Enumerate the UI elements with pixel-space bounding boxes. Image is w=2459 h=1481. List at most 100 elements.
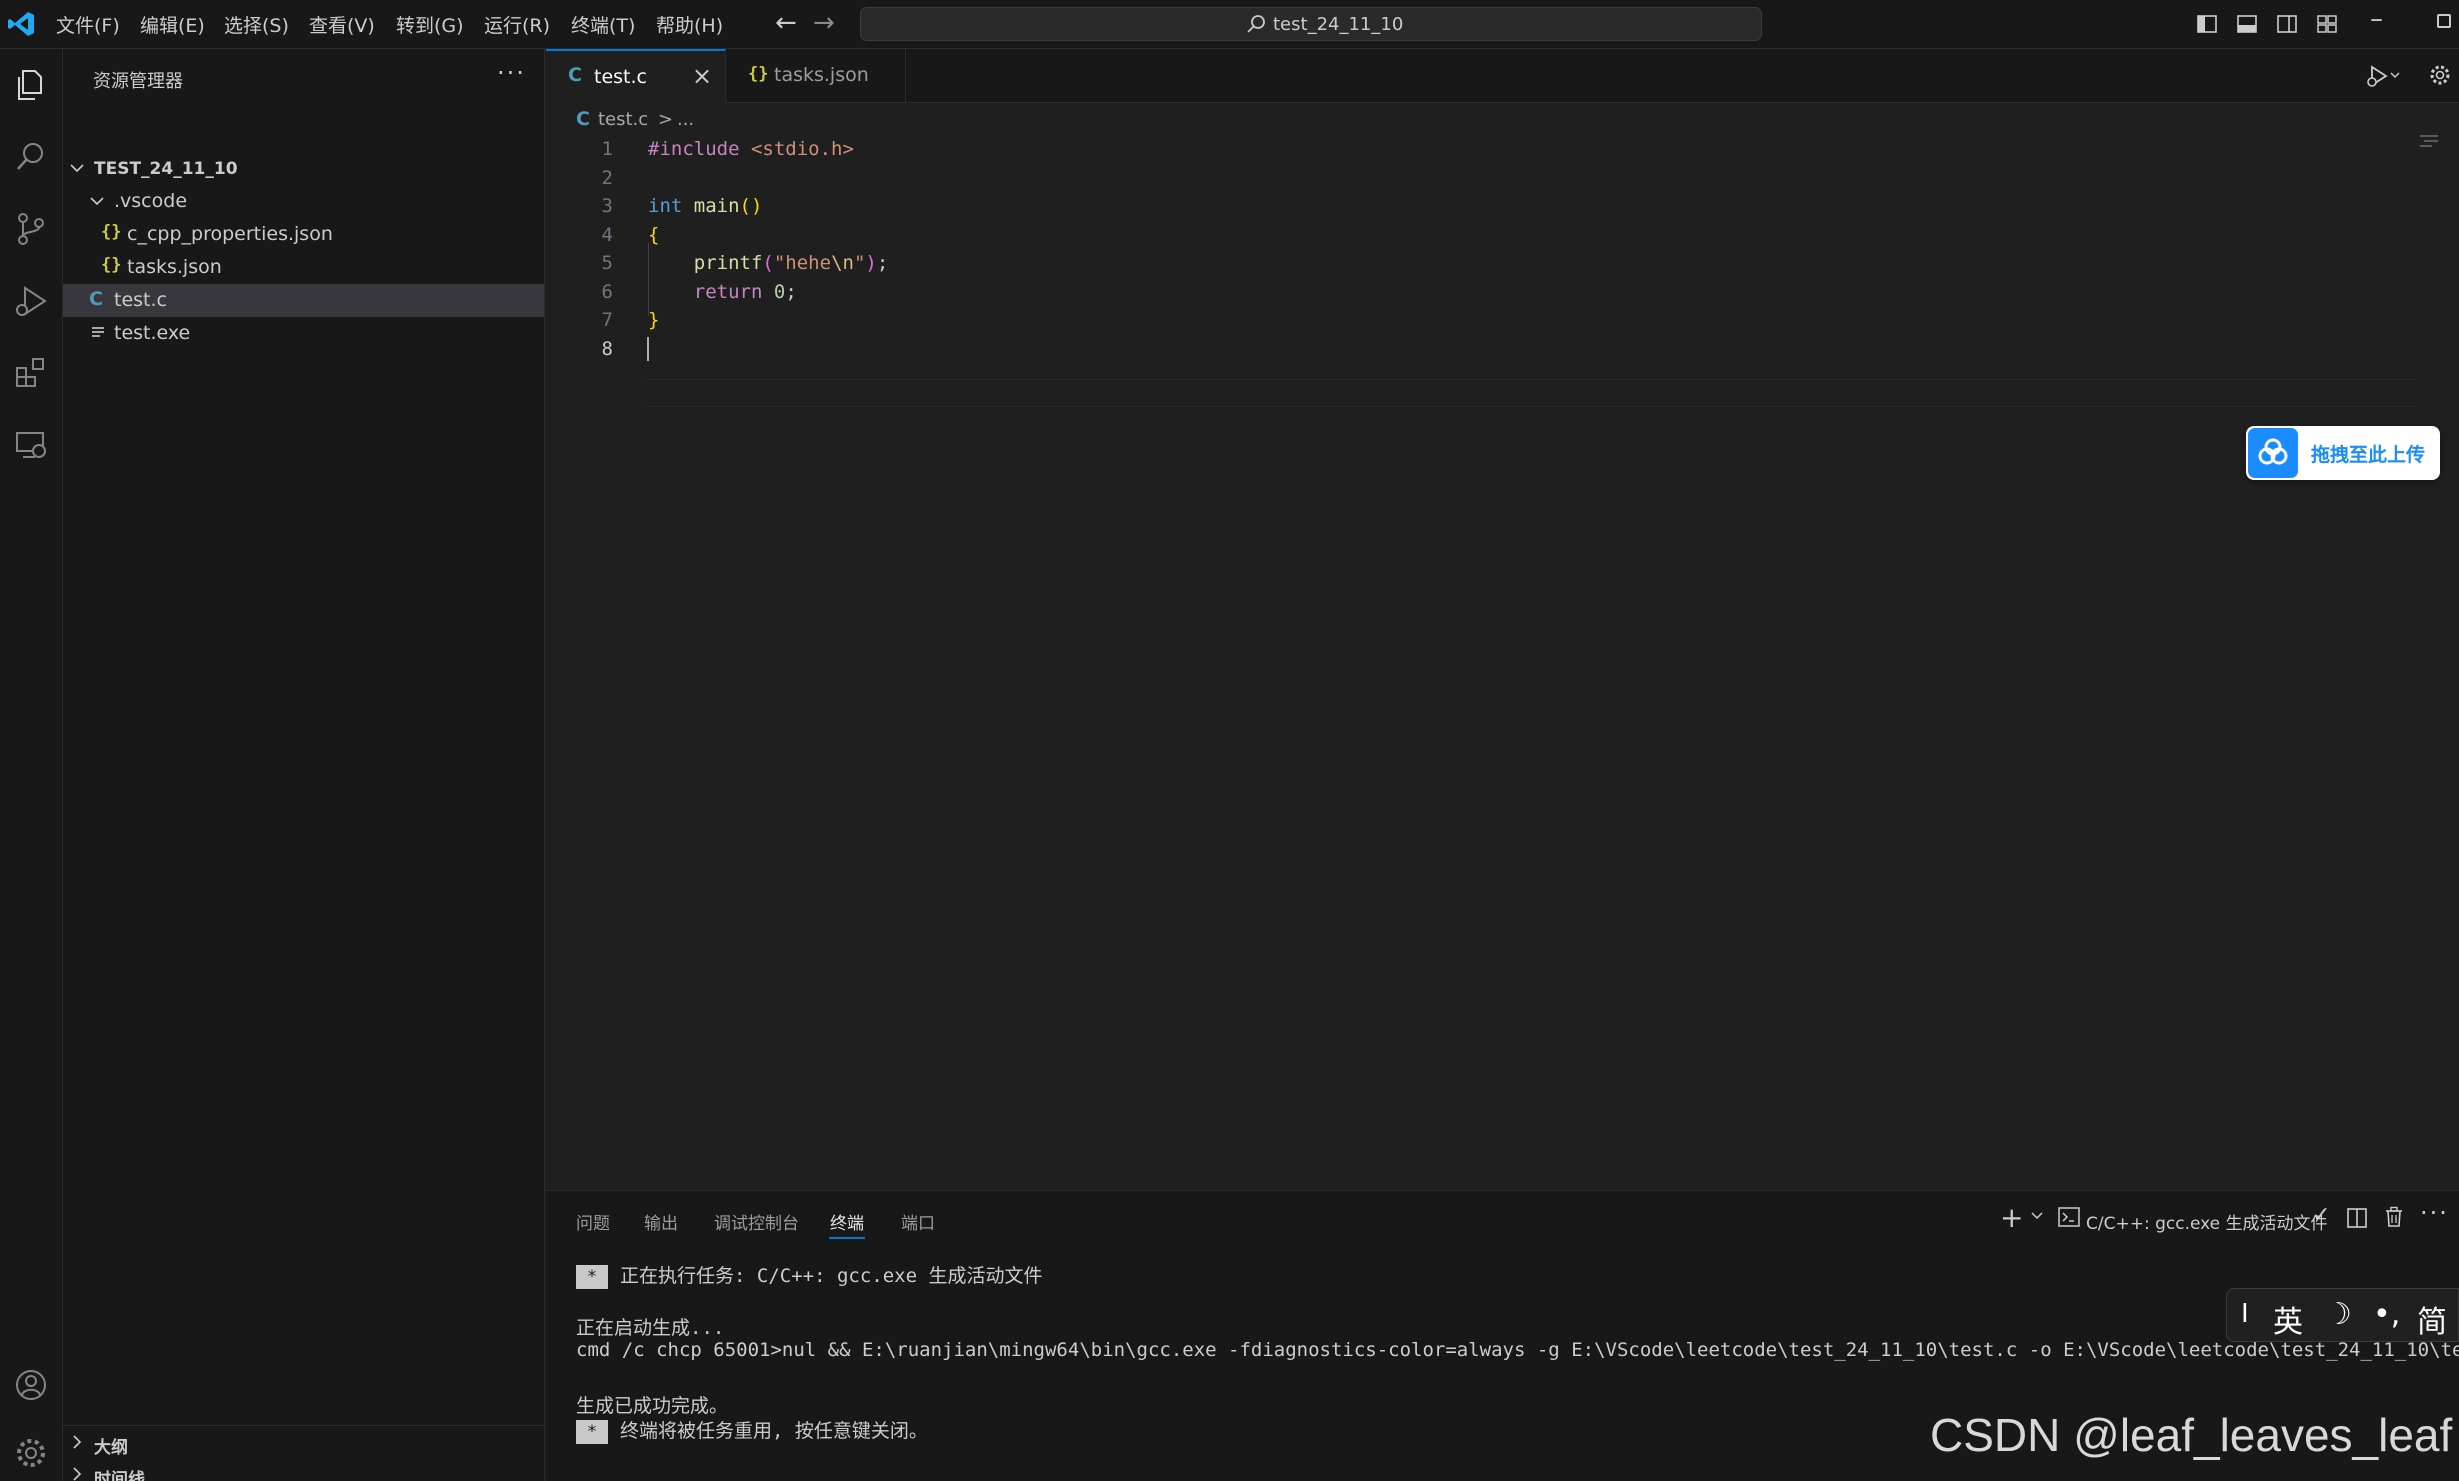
minimap-icon[interactable] <box>2418 133 2440 149</box>
check-icon: ✓ <box>2312 1203 2331 1228</box>
json-file-icon: {} <box>748 64 769 84</box>
chevron-down-icon <box>70 164 84 173</box>
trash-icon[interactable] <box>2384 1206 2404 1228</box>
tree-file-c-cpp-properties[interactable]: {} c_cpp_properties.json <box>63 218 544 251</box>
tree-file-test-exe[interactable]: test.exe <box>63 317 544 350</box>
code-line: 7 } <box>546 306 2426 334</box>
back-arrow-icon[interactable]: ← <box>775 8 797 38</box>
source-control-icon[interactable] <box>13 211 49 247</box>
line-content: } <box>648 309 660 331</box>
workspace-root-folder[interactable]: TEST_24_11_10 <box>63 152 544 185</box>
tree-file-label: c_cpp_properties.json <box>127 223 333 245</box>
toggle-primary-sidebar-icon[interactable] <box>2196 13 2218 35</box>
tab-label: tasks.json <box>774 64 869 86</box>
terminal-line: 生成已成功完成。 <box>576 1395 729 1417</box>
line-content: { <box>648 223 660 246</box>
terminal-line: * 正在执行任务: C/C++: gcc.exe 生成活动文件 <box>576 1261 1042 1289</box>
line-number: 4 <box>601 223 613 246</box>
tree-file-label: test.c <box>114 289 167 311</box>
accounts-icon[interactable] <box>13 1367 49 1403</box>
cloud-icon <box>2258 438 2288 465</box>
terminal-instance-name[interactable]: C/C++: gcc.exe 生成活动文件 <box>2086 1209 2328 1234</box>
panel-tab-terminal[interactable]: 终端 <box>830 1209 864 1234</box>
tree-file-label: test.exe <box>114 322 191 344</box>
ime-punctuation-toggle[interactable]: •, <box>2373 1297 2400 1332</box>
tree-folder-label: .vscode <box>114 190 188 212</box>
code-editor[interactable]: 1 #include <stdio.h> 2 3 int main() 4 { … <box>546 135 2459 1190</box>
search-icon[interactable] <box>13 139 49 175</box>
sidebar-title: 资源管理器 <box>93 71 183 92</box>
ime-drag-handle[interactable]: I <box>2241 1299 2249 1329</box>
menu-selection[interactable]: 选择(S) <box>224 11 289 38</box>
line-number: 7 <box>601 309 613 331</box>
remote-explorer-icon[interactable] <box>13 427 49 463</box>
tab-test-c[interactable]: C test.c × <box>546 49 726 103</box>
menu-help[interactable]: 帮助(H) <box>656 11 723 38</box>
restore-button[interactable] <box>2437 14 2451 28</box>
menu-terminal[interactable]: 终端(T) <box>571 11 635 38</box>
activity-bar <box>0 49 63 1481</box>
drag-upload-widget[interactable]: 拖拽至此上传 <box>2246 426 2440 480</box>
workspace-title: test_24_11_10 <box>1273 14 1404 35</box>
new-terminal-button[interactable]: + <box>2000 1201 2023 1234</box>
ime-toolbar: I 英 ☽ •, 简 <box>2226 1288 2459 1342</box>
ime-language-toggle[interactable]: 英 <box>2273 1297 2303 1341</box>
ime-script-toggle[interactable]: 简 <box>2417 1297 2447 1341</box>
binary-file-icon <box>92 327 104 337</box>
panel-tab-ports[interactable]: 端口 <box>901 1209 935 1234</box>
command-center-search[interactable]: test_24_11_10 <box>860 7 1762 41</box>
toggle-secondary-sidebar-icon[interactable] <box>2276 13 2298 35</box>
chevron-down-icon <box>90 197 104 206</box>
chevron-right-icon <box>73 1435 82 1449</box>
moon-icon[interactable]: ☽ <box>2325 1297 2352 1332</box>
more-actions-icon[interactable]: ··· <box>497 59 526 87</box>
menu-go[interactable]: 转到(G) <box>396 11 464 38</box>
extensions-icon[interactable] <box>13 355 49 391</box>
line-number: 5 <box>601 252 613 274</box>
panel-tab-output[interactable]: 输出 <box>644 1209 678 1234</box>
c-file-icon: C <box>576 108 590 130</box>
breadcrumb-separator: > <box>657 109 673 130</box>
gear-icon[interactable] <box>2428 63 2452 87</box>
tree-file-tasks-json[interactable]: {} tasks.json <box>63 251 544 284</box>
line-content: int main() <box>648 195 763 217</box>
breadcrumb: Ctest.c >... <box>576 108 694 132</box>
current-line-highlight <box>646 378 2416 407</box>
chevron-down-icon[interactable] <box>2030 1209 2044 1223</box>
run-code-icon[interactable] <box>2366 63 2400 89</box>
menu-edit[interactable]: 编辑(E) <box>140 11 205 38</box>
run-debug-icon[interactable] <box>13 283 49 319</box>
terminal-line: * 终端将被任务重用, 按任意键关闭。 <box>576 1416 928 1444</box>
explorer-sidebar: 资源管理器 ··· TEST_24_11_10 .vscode {} c_cpp… <box>63 49 545 1481</box>
more-actions-icon[interactable]: ··· <box>2420 1199 2449 1227</box>
terminal-icon <box>2058 1207 2080 1227</box>
timeline-section-header[interactable]: 时间线 <box>63 1458 544 1481</box>
minimize-button[interactable]: – <box>2370 4 2383 34</box>
explorer-icon[interactable] <box>13 67 49 103</box>
close-icon[interactable]: × <box>692 62 712 90</box>
breadcrumb-file[interactable]: test.c <box>598 109 648 130</box>
menu-file[interactable]: 文件(F) <box>56 11 120 38</box>
tree-file-label: tasks.json <box>127 256 222 278</box>
outline-section-header[interactable]: 大纲 <box>63 1425 544 1458</box>
panel-tab-debug-console[interactable]: 调试控制台 <box>714 1209 799 1234</box>
terminal-line: 正在启动生成... <box>576 1317 725 1339</box>
watermark: CSDN @leaf_leaves_leaf <box>1930 1409 2453 1461</box>
code-line: 4 { <box>546 221 2426 249</box>
forward-arrow-icon[interactable]: → <box>813 8 835 38</box>
panel-tab-problems[interactable]: 问题 <box>576 1209 610 1234</box>
customize-layout-icon[interactable] <box>2316 13 2338 35</box>
toggle-panel-icon[interactable] <box>2236 13 2258 35</box>
vscode-logo-icon[interactable] <box>6 10 36 38</box>
tree-folder-vscode[interactable]: .vscode <box>63 185 544 218</box>
manage-gear-icon[interactable] <box>13 1435 49 1471</box>
active-tab-indicator <box>829 1237 865 1239</box>
breadcrumb-symbols[interactable]: ... <box>677 109 694 130</box>
tab-label: test.c <box>594 66 647 88</box>
split-terminal-icon[interactable] <box>2346 1207 2368 1229</box>
tree-file-test-c[interactable]: C test.c <box>63 284 544 317</box>
menu-view[interactable]: 查看(V) <box>309 11 375 38</box>
tab-tasks-json[interactable]: {} tasks.json <box>726 49 906 103</box>
menu-run[interactable]: 运行(R) <box>484 11 550 38</box>
text-cursor <box>647 336 649 361</box>
